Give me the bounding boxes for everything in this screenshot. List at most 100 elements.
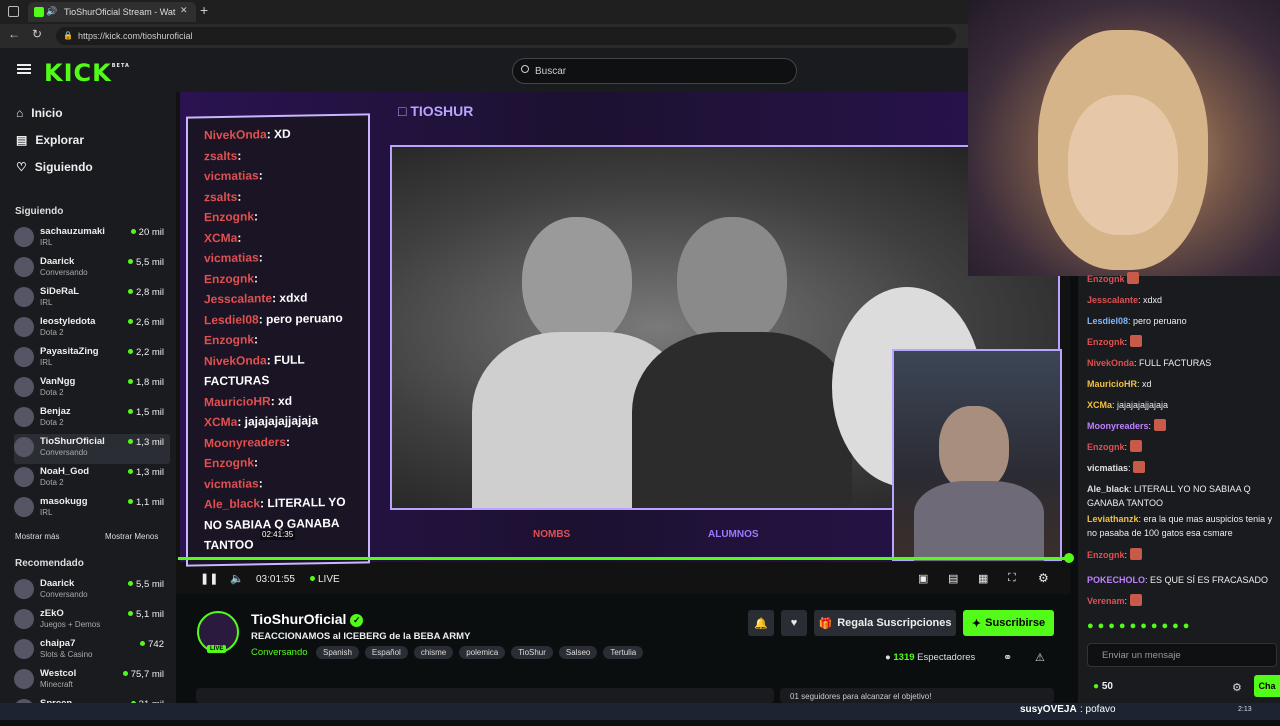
kick-logo[interactable]: KICKBETA — [44, 59, 130, 87]
chat-username[interactable]: Enzognk — [1087, 337, 1125, 347]
stream-tag[interactable]: chisme — [413, 646, 454, 659]
overlay-chat-line: vicmatias: — [204, 476, 263, 491]
recommended-channel-item[interactable]: chaipa7 Slots & Casino 742 — [14, 636, 170, 666]
channel-avatar — [14, 407, 34, 427]
bottom-chat-user: susyOVEJA — [1020, 704, 1077, 715]
chat-text: : pero peruano — [1128, 316, 1187, 326]
channel-avatar — [14, 347, 34, 367]
chat-username[interactable]: XCMa — [1087, 400, 1112, 410]
recommended-channel-item[interactable]: Daarick Conversando 5,5 mil — [14, 576, 170, 606]
nav-inicio[interactable]: ⌂ Inicio — [16, 106, 63, 120]
nav-siguiendo[interactable]: ♡ Siguiendo — [16, 160, 93, 174]
following-channel-item[interactable]: NoaH_God Dota 2 1,3 mil — [14, 464, 170, 494]
following-channel-item[interactable]: Benjaz Dota 2 1,5 mil — [14, 404, 170, 434]
report-warning-icon[interactable]: ⚠ — [1035, 651, 1045, 664]
following-heading: Siguiendo — [15, 206, 64, 217]
new-tab-button[interactable]: + — [200, 2, 208, 18]
chat-username[interactable]: Jesscalante — [1087, 295, 1138, 305]
chat-username[interactable]: NivekOnda — [1087, 358, 1134, 368]
nav-explorar[interactable]: ▤ Explorar — [16, 133, 84, 147]
browser-tab[interactable]: 🔊 TioShurOficial Stream - Wat — [28, 2, 196, 22]
chat-username[interactable]: vicmatias — [1087, 463, 1128, 473]
search-input[interactable]: Buscar — [512, 58, 797, 84]
chat-send-button[interactable]: Cha — [1254, 675, 1280, 697]
following-channel-item[interactable]: sachauzumaki IRL 20 mil — [14, 224, 170, 254]
following-channel-item[interactable]: PayasitaZing IRL 2,2 mil — [14, 344, 170, 374]
pause-icon[interactable]: ❚❚ — [200, 572, 218, 585]
chat-username[interactable]: Enzognk — [1087, 442, 1125, 452]
chat-username[interactable]: Lesdiel08 — [1087, 316, 1128, 326]
stream-category[interactable]: Conversando — [251, 647, 308, 658]
overlay-chat-user: NivekOnda — [204, 352, 267, 368]
chat-settings-gear-icon[interactable]: ⚙ — [1232, 681, 1242, 694]
overlay-chat-line: NivekOnda: FULL — [204, 352, 305, 368]
back-icon[interactable]: ← — [8, 27, 20, 41]
overlay-chat-user: vicmatias — [204, 250, 259, 266]
chat-message: vicmatias: — [1087, 461, 1275, 475]
chat-message: Jesscalante: xdxd — [1087, 293, 1275, 307]
stream-tag[interactable]: Salseo — [558, 646, 598, 659]
show-more-button[interactable]: Mostrar más — [15, 532, 59, 541]
chat-username[interactable]: Enzognk — [1087, 550, 1125, 560]
chat-username[interactable]: POKECHOLO — [1087, 575, 1145, 585]
overlay-chat-line: FACTURAS — [204, 373, 269, 388]
seek-handle[interactable] — [1064, 553, 1074, 563]
overlay-chat-user: MauricioHR — [204, 393, 271, 409]
close-tab-icon[interactable]: ✕ — [180, 5, 188, 16]
share-icon[interactable]: ⚭ — [1003, 651, 1012, 664]
chat-username[interactable]: Enzognk — [1087, 274, 1125, 284]
chat-message: Leviathanzk: era la que mas auspicios te… — [1087, 512, 1275, 541]
channel-category: Dota 2 — [40, 388, 64, 397]
channel-points[interactable]: ● 50 — [1093, 681, 1113, 692]
channel-viewers: 1,5 mil — [128, 407, 164, 418]
chat-username[interactable]: Moonyreaders — [1087, 421, 1149, 431]
stream-tag[interactable]: TioShur — [511, 646, 553, 659]
reload-icon[interactable]: ↻ — [32, 27, 42, 41]
following-channel-item[interactable]: VanNgg Dota 2 1,8 mil — [14, 374, 170, 404]
url-field[interactable]: 🔒 https://kick.com/tioshuroficial — [56, 27, 956, 45]
theater-mode-icon[interactable]: ▤ — [948, 572, 958, 585]
stream-tag[interactable]: Tertulia — [603, 646, 644, 659]
search-icon — [521, 65, 529, 73]
following-channel-item[interactable]: Daarick Conversando 5,5 mil — [14, 254, 170, 284]
channel-name: leostyledota — [40, 316, 96, 327]
clip-icon[interactable]: ▦ — [978, 572, 988, 585]
seek-bar[interactable] — [178, 557, 1068, 560]
recommended-channel-item[interactable]: zEkO Juegos + Demos 5,1 mil — [14, 606, 170, 636]
chat-username[interactable]: Verenam — [1087, 596, 1125, 606]
stream-tag[interactable]: Spanish — [316, 646, 359, 659]
overlay-chat-text: : — [258, 250, 263, 265]
settings-gear-icon[interactable]: ⚙ — [1038, 571, 1049, 585]
chat-username[interactable]: MauricioHR — [1087, 379, 1137, 389]
overlay-chat-user: Jesscalante — [204, 291, 273, 307]
window-menu-icon[interactable] — [8, 6, 19, 17]
recommended-channel-item[interactable]: Westcol Minecraft 75,7 mil — [14, 666, 170, 696]
emote-bar[interactable]: ●●●●●●●●●● — [1087, 620, 1193, 632]
avatar-live-badge: LIVE — [207, 645, 227, 653]
goal-panel: 01 seguidores para alcanzar el objetivo! — [780, 688, 1054, 703]
following-channel-item[interactable]: masokugg IRL 1,1 mil — [14, 494, 170, 524]
channel-name[interactable]: TioShurOficial ✓ — [251, 611, 364, 627]
subscribe-button[interactable]: ✦ Suscribirse — [963, 610, 1054, 636]
menu-icon[interactable] — [17, 64, 31, 74]
following-channel-item[interactable]: leostyledota Dota 2 2,6 mil — [14, 314, 170, 344]
channel-category: IRL — [40, 238, 53, 247]
overlay-chat-text: : — [254, 332, 258, 347]
volume-icon[interactable]: 🔈 — [230, 572, 244, 585]
show-less-button[interactable]: Mostrar Menos — [105, 532, 158, 541]
notifications-bell-icon[interactable]: 🔔 — [748, 610, 774, 636]
stream-tag[interactable]: Español — [364, 646, 408, 659]
chat-username[interactable]: Leviathanzk — [1087, 514, 1139, 524]
following-channel-item[interactable]: SiDeRaL IRL 2,8 mil — [14, 284, 170, 314]
fullscreen-icon[interactable]: ⛶ — [1008, 572, 1016, 585]
chat-text: : ES QUE SÍ ES FRACASADO — [1145, 575, 1269, 585]
following-channel-item[interactable]: TioShurOficial Conversando 1,3 mil — [14, 434, 170, 464]
stream-tag[interactable]: polemica — [459, 646, 506, 659]
points-icon: ● — [1093, 681, 1100, 692]
follow-heart-icon[interactable]: ♥ — [781, 610, 807, 636]
channel-avatar — [14, 287, 34, 307]
chat-input[interactable]: Enviar un mensaje — [1087, 643, 1277, 667]
miniplayer-icon[interactable]: ▣ — [918, 572, 928, 585]
gift-subs-button[interactable]: 🎁 Regala Suscripciones — [814, 610, 956, 636]
chat-username[interactable]: Ale_black — [1087, 484, 1129, 494]
